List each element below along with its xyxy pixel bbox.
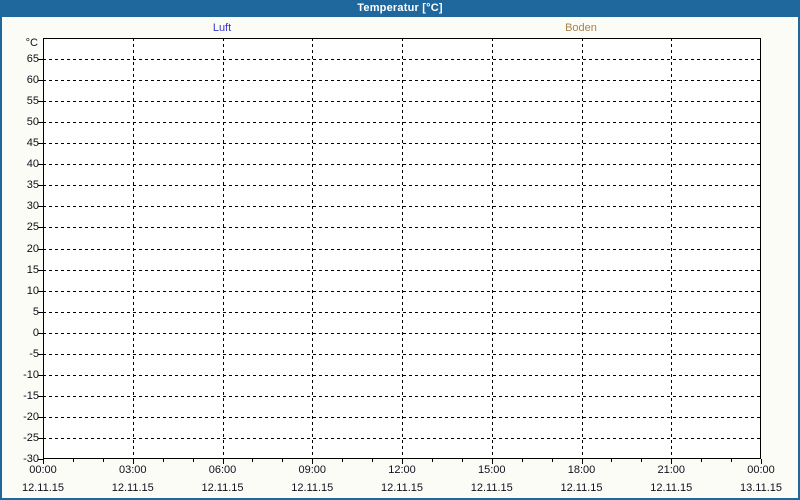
- x-tick-minor: [731, 459, 733, 462]
- y-tick-label: -5: [29, 347, 39, 360]
- window-title: Temperatur [°C]: [357, 2, 443, 14]
- x-tick-date-label: 12.11.15: [291, 482, 334, 494]
- x-tick-minor: [342, 459, 344, 462]
- x-tick-date-label: 12.11.15: [21, 482, 64, 494]
- x-tick-minor: [192, 459, 194, 462]
- x-tick-major: [43, 459, 44, 464]
- y-tick-label: 10: [26, 284, 39, 297]
- y-tick-label: -10: [23, 368, 39, 381]
- x-tick-minor: [521, 459, 523, 462]
- x-tick-major: [671, 459, 673, 464]
- y-tick-label: 45: [26, 137, 39, 150]
- y-tick-label: 15: [26, 263, 39, 276]
- window-titlebar: Temperatur [°C]: [0, 0, 800, 17]
- y-tick-label: 65: [26, 53, 39, 66]
- y-tick-label: -20: [23, 410, 39, 423]
- x-tick-major: [402, 459, 403, 464]
- y-tick-label: 35: [26, 179, 39, 192]
- x-tick-time-label: 12:00: [388, 464, 416, 476]
- y-tick-label: 50: [26, 116, 39, 129]
- x-tick-minor: [701, 459, 703, 462]
- y-tick-label: 0: [32, 326, 39, 339]
- x-tick-minor: [72, 459, 74, 462]
- x-tick-minor: [461, 459, 463, 462]
- x-tick-time-label: 09:00: [298, 464, 327, 476]
- x-tick-minor: [252, 459, 254, 462]
- x-tick-minor: [431, 459, 433, 462]
- legend-item-boden: Boden: [565, 22, 597, 34]
- y-tick-label: -25: [23, 431, 39, 444]
- x-tick-minor: [102, 459, 104, 462]
- x-tick-major: [222, 459, 224, 464]
- x-tick-minor: [551, 459, 553, 462]
- y-tick-label: 60: [26, 74, 39, 87]
- x-tick-time-label: 15:00: [477, 464, 506, 476]
- x-tick-time-label: 00:00: [747, 464, 775, 476]
- x-tick-time-label: 06:00: [208, 464, 237, 476]
- y-tick-label: 30: [26, 200, 39, 213]
- chart-window: Temperatur [°C] Luft Boden °C 65 60 55 50 45…: [0, 0, 800, 500]
- x-tick-date-label: 12.11.15: [560, 482, 603, 494]
- y-tick-label: 40: [26, 158, 39, 171]
- y-tick-label: -30: [23, 453, 39, 465]
- x-tick-major: [312, 459, 314, 464]
- x-tick-time-label: 00:00: [29, 464, 57, 476]
- x-tick-time-label: 21:00: [657, 464, 686, 476]
- y-tick-label: 20: [26, 242, 39, 255]
- x-tick-date-label: 12.11.15: [201, 482, 244, 494]
- x-tick-major: [761, 459, 762, 464]
- x-tick-minor: [641, 459, 643, 462]
- y-axis-unit-label: °C: [25, 37, 38, 49]
- x-tick-minor: [372, 459, 374, 462]
- x-tick-major: [581, 459, 583, 464]
- x-tick-minor: [611, 459, 613, 462]
- y-tick: [38, 459, 43, 460]
- x-tick-major: [132, 459, 134, 464]
- x-tick-date-label: 12.11.15: [111, 482, 154, 494]
- x-tick-date-label: 13.11.15: [739, 482, 782, 494]
- x-tick-minor: [282, 459, 284, 462]
- legend-item-luft: Luft: [212, 22, 232, 34]
- y-tick-label: 55: [26, 95, 39, 108]
- x-tick-major: [491, 459, 493, 464]
- x-tick-minor: [162, 459, 164, 462]
- plot-area: [43, 38, 761, 459]
- y-tick-label: 25: [26, 221, 39, 234]
- x-tick-time-label: 18:00: [567, 464, 596, 476]
- x-tick-date-label: 12.11.15: [470, 482, 513, 494]
- x-tick-date-label: 12.11.15: [650, 482, 693, 494]
- y-tick-label: -15: [23, 389, 39, 402]
- y-tick-label: 5: [32, 305, 39, 318]
- x-tick-date-label: 12.11.15: [380, 482, 423, 494]
- x-tick-time-label: 03:00: [118, 464, 147, 476]
